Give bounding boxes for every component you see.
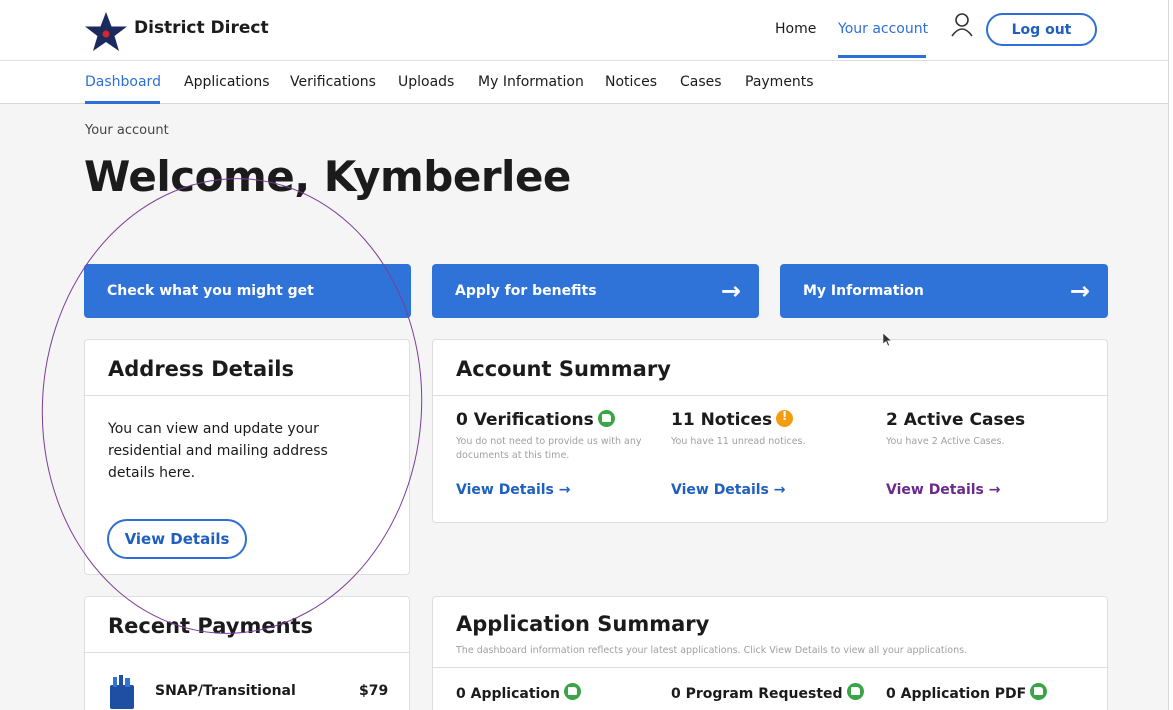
tab-verifications[interactable]: Verifications: [290, 74, 376, 90]
card-divider: [85, 395, 409, 396]
applications-count: 0 Application: [456, 683, 581, 702]
page-title: Welcome, Kymberlee: [84, 152, 571, 201]
application-pdf-label: 0 Application PDF: [886, 686, 1027, 702]
my-information-button[interactable]: My Information →: [780, 264, 1108, 318]
active-cases-description: You have 2 Active Cases.: [886, 436, 1005, 447]
top-header: District Direct Home Your account Log ou…: [0, 0, 1173, 60]
tab-cases[interactable]: Cases: [680, 74, 722, 90]
tab-notices[interactable]: Notices: [605, 74, 657, 90]
verifications-summary: 0 Verifications You do not need to provi…: [456, 410, 661, 463]
recent-payments-card: Recent Payments SNAP/Transitional $79: [84, 596, 410, 710]
my-information-label: My Information: [803, 283, 924, 299]
card-divider: [85, 652, 409, 653]
mouse-cursor-icon: [883, 333, 893, 347]
programs-requested-count: 0 Program Requested: [671, 683, 864, 702]
user-icon[interactable]: [950, 12, 974, 38]
card-divider: [433, 667, 1107, 668]
tab-applications[interactable]: Applications: [184, 74, 270, 90]
application-summary-card: Application Summary The dashboard inform…: [432, 596, 1108, 710]
logout-button[interactable]: Log out: [986, 13, 1097, 46]
thumbs-up-icon: [597, 410, 615, 427]
check-eligibility-label: Check what you might get: [107, 283, 314, 299]
verifications-view-details-link[interactable]: View Details →: [456, 482, 570, 498]
arrow-right-icon: →: [720, 277, 741, 305]
card-divider: [433, 395, 1107, 396]
alert-icon: [776, 409, 794, 427]
application-summary-description: The dashboard information reflects your …: [456, 645, 968, 656]
dashboard-tabs: Dashboard Applications Verifications Upl…: [0, 60, 1173, 104]
application-summary-title: Application Summary: [456, 612, 710, 636]
programs-requested-label: 0 Program Requested: [671, 686, 843, 702]
account-summary-card: Account Summary 0 Verifications You do n…: [432, 339, 1108, 523]
star-logo-icon[interactable]: [84, 11, 128, 53]
tab-uploads[interactable]: Uploads: [398, 74, 454, 90]
brand-name[interactable]: District Direct: [134, 18, 269, 38]
cases-summary: 2 Active Cases You have 2 Active Cases.: [886, 410, 1091, 449]
thumbs-up-icon: [1030, 683, 1048, 700]
apply-benefits-button[interactable]: Apply for benefits →: [432, 264, 759, 318]
address-card-text: You can view and update your residential…: [108, 421, 328, 481]
thumbs-up-icon: [563, 683, 581, 700]
address-card-title: Address Details: [108, 357, 295, 381]
cases-view-details-link[interactable]: View Details →: [886, 482, 1000, 498]
apply-benefits-label: Apply for benefits: [455, 283, 597, 299]
thumbs-up-icon: [846, 683, 864, 700]
verifications-count: 0 Verifications: [456, 410, 594, 430]
tab-payments[interactable]: Payments: [745, 74, 814, 90]
active-nav-indicator: [838, 55, 926, 58]
tab-dashboard[interactable]: Dashboard: [85, 74, 161, 90]
breadcrumb: Your account: [85, 123, 169, 138]
tab-my-information[interactable]: My Information: [478, 74, 584, 90]
notices-count: 11 Notices: [671, 410, 773, 430]
grocery-bag-icon: [110, 675, 134, 709]
account-summary-title: Account Summary: [456, 357, 671, 381]
address-view-details-button[interactable]: View Details: [107, 519, 247, 559]
active-cases-count: 2 Active Cases: [886, 410, 1026, 430]
payment-amount: $79: [359, 683, 389, 699]
notices-view-details-link[interactable]: View Details →: [671, 482, 785, 498]
nav-home-link[interactable]: Home: [775, 21, 816, 37]
verifications-description: You do not need to provide us with any d…: [456, 436, 642, 461]
notices-description: You have 11 unread notices.: [671, 436, 806, 447]
payment-program-label: SNAP/Transitional: [155, 683, 296, 699]
arrow-right-icon: →: [1069, 277, 1090, 305]
window-edge: [1168, 0, 1173, 710]
recent-payments-title: Recent Payments: [108, 614, 314, 638]
application-pdf-count: 0 Application PDF: [886, 683, 1048, 702]
nav-your-account-link[interactable]: Your account: [838, 21, 928, 37]
address-details-card: Address Details You can view and update …: [84, 339, 410, 575]
applications-count-label: 0 Application: [456, 686, 560, 702]
check-eligibility-button[interactable]: Check what you might get: [84, 264, 411, 318]
active-tab-indicator: [85, 101, 160, 104]
notices-summary: 11 Notices You have 11 unread notices.: [671, 409, 876, 449]
